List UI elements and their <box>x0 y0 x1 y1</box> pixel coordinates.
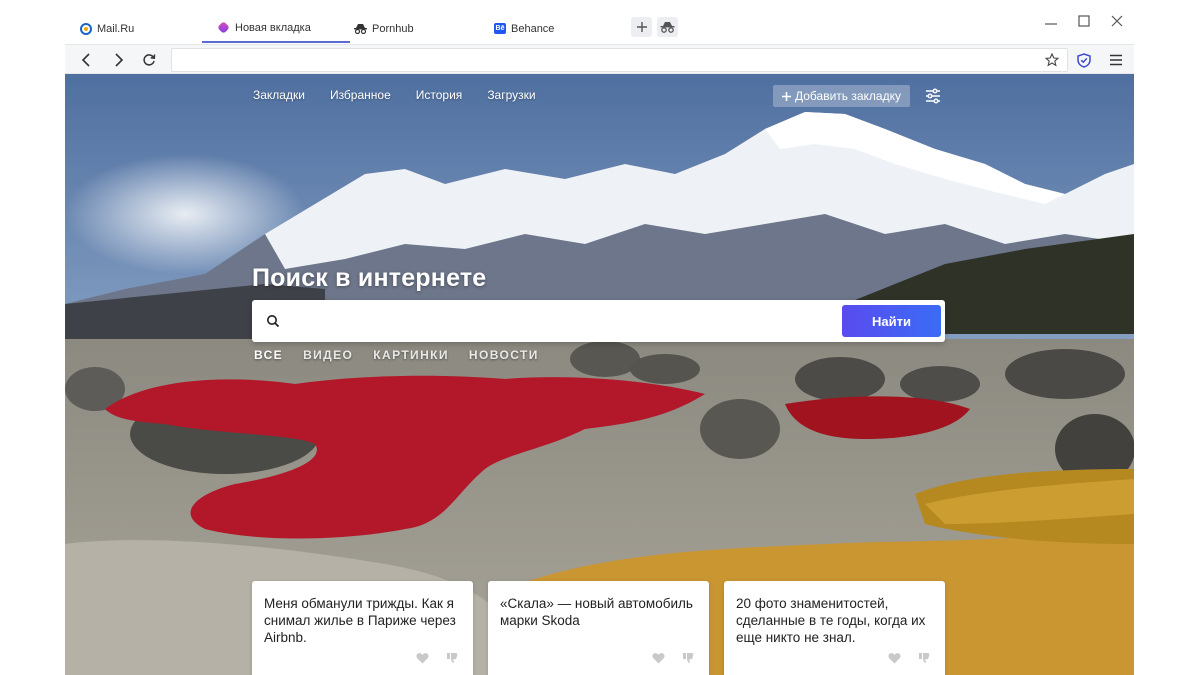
search-title: Поиск в интернете <box>252 264 487 292</box>
forward-icon <box>115 53 124 67</box>
like-icon[interactable] <box>887 651 901 665</box>
incognito-icon <box>354 23 367 34</box>
star-icon <box>1045 53 1059 67</box>
card-actions <box>651 651 695 665</box>
card-actions <box>415 651 459 665</box>
search-icon <box>267 315 280 328</box>
news-card[interactable]: «Скала» — новый автомобиль марки Skoda <box>488 581 709 675</box>
search-tab-images[interactable]: КАРТИНКИ <box>373 348 449 362</box>
forward-button[interactable] <box>108 50 128 70</box>
sliders-icon <box>926 88 940 104</box>
card-actions <box>887 651 931 665</box>
news-card[interactable]: Меня обманули трижды. Как я снимал жилье… <box>252 581 473 675</box>
link-bookmarks[interactable]: Закладки <box>253 88 305 102</box>
news-card-text: 20 фото знаменитостей, сделанные в те го… <box>736 596 926 645</box>
incognito-tab-button[interactable] <box>657 17 678 37</box>
add-bookmark-label: Добавить закладку <box>795 89 901 103</box>
new-tab-button[interactable] <box>631 17 652 37</box>
dislike-icon[interactable] <box>445 651 459 665</box>
news-card-text: «Скала» — новый автомобиль марки Skoda <box>500 596 693 628</box>
minimize-icon <box>1045 23 1057 25</box>
tab-label: Новая вкладка <box>235 21 311 34</box>
tab-behance[interactable]: Bē Behance <box>479 14 619 43</box>
top-links: Закладки Избранное История Загрузки <box>253 88 536 102</box>
protection-button[interactable] <box>1074 50 1094 70</box>
shield-icon <box>1077 52 1091 68</box>
dislike-icon[interactable] <box>917 651 931 665</box>
search-box: Найти <box>252 300 945 342</box>
new-tab-icon <box>217 21 230 34</box>
search-category-tabs: ВСЕ ВИДЕО КАРТИНКИ НОВОСТИ <box>254 348 539 362</box>
search-tab-news[interactable]: НОВОСТИ <box>469 348 539 362</box>
new-tab-page: Закладки Избранное История Загрузки Доба… <box>65 74 1134 675</box>
tab-label: Behance <box>511 22 555 35</box>
news-cards: Меня обманули трижды. Как я снимал жилье… <box>252 581 945 675</box>
back-icon <box>81 53 90 67</box>
behance-icon: Bē <box>494 23 506 34</box>
reload-icon <box>143 54 156 66</box>
like-icon[interactable] <box>415 651 429 665</box>
link-history[interactable]: История <box>416 88 463 102</box>
search-button[interactable]: Найти <box>842 305 941 337</box>
tab-strip: Mail.Ru Новая вкладка Pornhub Bē Behance <box>65 0 1134 44</box>
maximize-button[interactable] <box>1075 12 1093 30</box>
hamburger-icon <box>1110 54 1122 66</box>
tab-new-tab[interactable]: Новая вкладка <box>202 14 350 43</box>
news-card-text: Меня обманули трижды. Как я снимал жилье… <box>264 596 456 645</box>
back-button[interactable] <box>77 50 97 70</box>
dislike-icon[interactable] <box>681 651 695 665</box>
navigation-toolbar <box>65 44 1134 74</box>
close-icon <box>1111 15 1123 27</box>
browser-window: Mail.Ru Новая вкладка Pornhub Bē Behance <box>65 0 1134 675</box>
add-bookmark-button[interactable]: Добавить закладку <box>773 85 910 107</box>
maximize-icon <box>1078 15 1090 27</box>
reload-button[interactable] <box>139 50 159 70</box>
mailru-icon <box>80 22 92 35</box>
incognito-icon <box>660 22 675 33</box>
bookmark-star-button[interactable] <box>1042 50 1062 70</box>
search-tab-video[interactable]: ВИДЕО <box>303 348 353 362</box>
close-button[interactable] <box>1108 12 1126 30</box>
link-downloads[interactable]: Загрузки <box>487 88 535 102</box>
menu-button[interactable] <box>1106 50 1126 70</box>
plus-icon <box>782 91 791 101</box>
tab-label: Pornhub <box>372 22 414 35</box>
like-icon[interactable] <box>651 651 665 665</box>
minimize-button[interactable] <box>1042 12 1060 30</box>
tab-mailru[interactable]: Mail.Ru <box>65 14 202 43</box>
search-input[interactable] <box>290 306 830 336</box>
tab-pornhub[interactable]: Pornhub <box>339 14 479 43</box>
tab-label: Mail.Ru <box>97 22 135 35</box>
news-card[interactable]: 20 фото знаменитостей, сделанные в те го… <box>724 581 945 675</box>
address-bar[interactable] <box>171 48 1068 72</box>
search-tab-all[interactable]: ВСЕ <box>254 348 283 362</box>
plus-icon <box>636 22 647 32</box>
page-settings-button[interactable] <box>923 86 943 106</box>
link-favorites[interactable]: Избранное <box>330 88 391 102</box>
